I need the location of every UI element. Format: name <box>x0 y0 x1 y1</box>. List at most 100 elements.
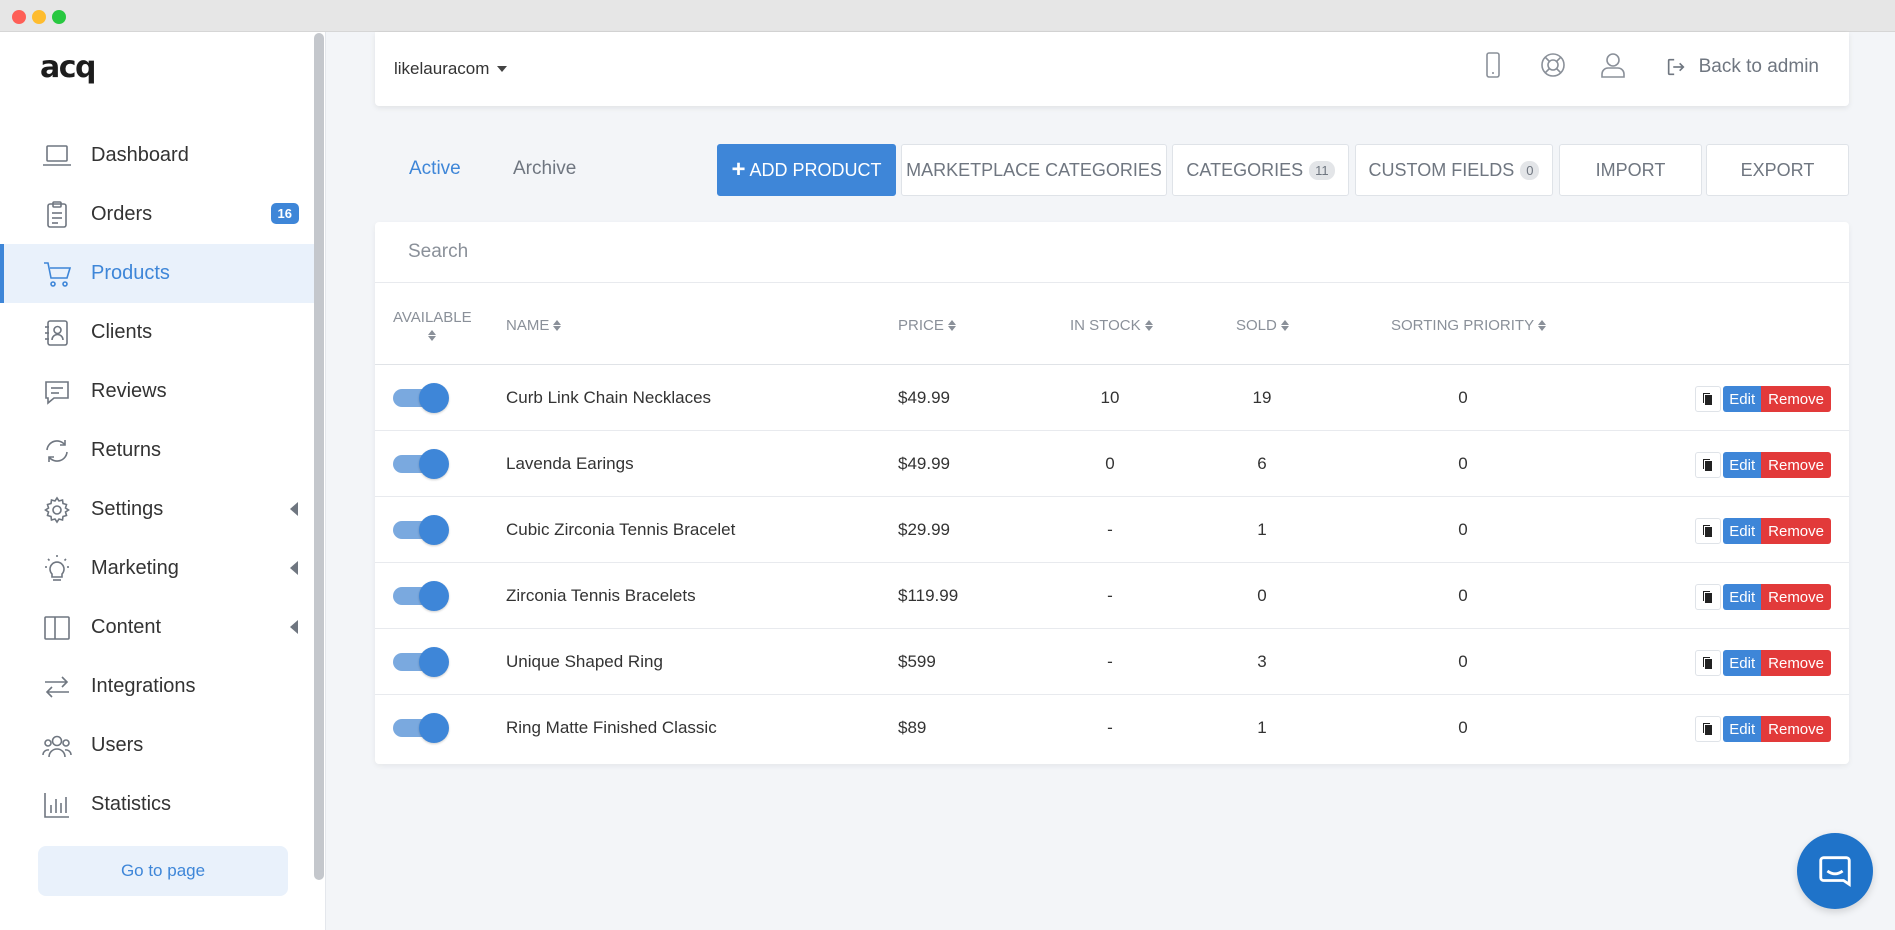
product-name[interactable]: Lavenda Earings <box>506 431 634 497</box>
remove-button[interactable]: Remove <box>1761 584 1831 610</box>
product-sorting-priority: 0 <box>1458 520 1468 539</box>
product-name[interactable]: Zirconia Tennis Bracelets <box>506 563 696 629</box>
product-name[interactable]: Curb Link Chain Necklaces <box>506 365 711 431</box>
import-button[interactable]: IMPORT <box>1559 144 1702 196</box>
sidebar-item-content[interactable]: Content <box>0 598 322 657</box>
categories-button[interactable]: CATEGORIES 11 <box>1172 144 1349 196</box>
app-logo[interactable]: acq <box>40 50 97 85</box>
tab-active[interactable]: Active <box>409 158 461 180</box>
store-selector[interactable]: likelauracom <box>394 59 508 79</box>
sort-icon <box>1280 320 1289 331</box>
sidebar-item-users[interactable]: Users <box>0 716 322 775</box>
product-name[interactable]: Unique Shaped Ring <box>506 629 663 695</box>
availability-toggle[interactable] <box>393 713 449 743</box>
sidebar-scrollbar[interactable] <box>314 33 324 880</box>
search-input[interactable] <box>408 241 1008 263</box>
sidebar-item-label: Returns <box>91 439 162 461</box>
product-in-stock: - <box>1107 520 1113 539</box>
availability-toggle[interactable] <box>393 449 449 479</box>
edit-button[interactable]: Edit <box>1723 386 1762 412</box>
caret-down-icon <box>497 66 508 72</box>
column-header-sold[interactable]: SOLD <box>1236 317 1289 334</box>
chevron-left-icon[interactable] <box>290 620 298 634</box>
custom-fields-count-badge: 0 <box>1520 160 1540 180</box>
sidebar-item-statistics[interactable]: Statistics <box>0 775 322 834</box>
edit-button[interactable]: Edit <box>1723 650 1762 676</box>
chevron-left-icon[interactable] <box>290 502 298 516</box>
edit-button[interactable]: Edit <box>1723 584 1762 610</box>
sidebar-item-dashboard[interactable]: Dashboard <box>0 126 322 185</box>
chevron-left-icon[interactable] <box>290 561 298 575</box>
sidebar-item-marketing[interactable]: Marketing <box>0 539 322 598</box>
sidebar-item-clients[interactable]: Clients <box>0 303 322 362</box>
column-sold-label: SOLD <box>1236 317 1277 334</box>
product-sorting-priority: 0 <box>1458 454 1468 473</box>
back-to-admin-link[interactable]: Back to admin <box>1665 56 1819 78</box>
sidebar-item-label: Orders <box>91 203 153 225</box>
tab-archive[interactable]: Archive <box>513 158 576 180</box>
remove-button[interactable]: Remove <box>1761 452 1831 478</box>
row-actions: Edit Remove <box>1695 518 1831 544</box>
column-header-name[interactable]: NAME <box>506 317 562 334</box>
column-header-sorting-priority[interactable]: SORTING PRIORITY <box>1391 317 1547 334</box>
row-actions: Edit Remove <box>1695 584 1831 610</box>
column-header-available[interactable]: AVAILABLE <box>393 309 472 341</box>
lifebuoy-icon[interactable] <box>1537 49 1569 81</box>
minimize-window-button[interactable] <box>32 10 46 24</box>
remove-button[interactable]: Remove <box>1761 650 1831 676</box>
product-in-stock: 10 <box>1100 388 1120 407</box>
export-button[interactable]: EXPORT <box>1706 144 1849 196</box>
product-sold: 3 <box>1257 652 1267 671</box>
edit-button[interactable]: Edit <box>1723 518 1762 544</box>
copy-icon <box>1703 459 1713 471</box>
sidebar-item-products[interactable]: Products <box>0 244 322 303</box>
mobile-icon[interactable] <box>1477 49 1509 81</box>
maximize-window-button[interactable] <box>52 10 66 24</box>
sidebar-item-integrations[interactable]: Integrations <box>0 657 322 716</box>
toggle-knob <box>419 449 449 479</box>
product-sorting-priority: 0 <box>1458 388 1468 407</box>
product-name[interactable]: Ring Matte Finished Classic <box>506 695 717 761</box>
chat-widget-button[interactable] <box>1797 833 1873 909</box>
edit-button[interactable]: Edit <box>1723 716 1762 742</box>
sidebar-item-reviews[interactable]: Reviews <box>0 362 322 421</box>
marketplace-categories-button[interactable]: MARKETPLACE CATEGORIES <box>901 144 1167 196</box>
sidebar-item-settings[interactable]: Settings <box>0 480 322 539</box>
edit-button[interactable]: Edit <box>1723 452 1762 478</box>
column-header-in-stock[interactable]: IN STOCK <box>1070 317 1153 334</box>
copy-button[interactable] <box>1695 584 1722 610</box>
availability-toggle[interactable] <box>393 581 449 611</box>
copy-button[interactable] <box>1695 716 1722 742</box>
copy-button[interactable] <box>1695 518 1722 544</box>
table-row: Zirconia Tennis Bracelets $119.99 - 0 0 Edit R… <box>375 563 1849 629</box>
store-name: likelauracom <box>394 59 490 78</box>
remove-button[interactable]: Remove <box>1761 386 1831 412</box>
go-to-page-button[interactable]: Go to page <box>38 846 288 896</box>
column-header-price[interactable]: PRICE <box>898 317 956 334</box>
availability-toggle[interactable] <box>393 647 449 677</box>
sort-icon <box>947 320 956 331</box>
copy-button[interactable] <box>1695 386 1722 412</box>
laptop-icon <box>40 139 74 173</box>
copy-button[interactable] <box>1695 650 1722 676</box>
sidebar-item-orders[interactable]: Orders 16 <box>0 185 322 244</box>
row-actions: Edit Remove <box>1695 452 1831 478</box>
availability-toggle[interactable] <box>393 515 449 545</box>
close-window-button[interactable] <box>12 10 26 24</box>
toggle-knob <box>419 515 449 545</box>
copy-button[interactable] <box>1695 452 1722 478</box>
row-actions: Edit Remove <box>1695 386 1831 412</box>
copy-icon <box>1703 591 1713 603</box>
column-available-label: AVAILABLE <box>393 309 472 326</box>
product-in-stock: - <box>1107 652 1113 671</box>
sidebar-item-label: Reviews <box>91 380 167 402</box>
availability-toggle[interactable] <box>393 383 449 413</box>
add-product-button[interactable]: + ADD PRODUCT <box>717 144 896 196</box>
custom-fields-button[interactable]: CUSTOM FIELDS 0 <box>1355 144 1553 196</box>
remove-button[interactable]: Remove <box>1761 518 1831 544</box>
product-name[interactable]: Cubic Zirconia Tennis Bracelet <box>506 497 735 563</box>
sidebar-item-returns[interactable]: Returns <box>0 421 322 480</box>
user-icon[interactable] <box>1597 49 1629 81</box>
sort-icon <box>553 320 562 331</box>
remove-button[interactable]: Remove <box>1761 716 1831 742</box>
